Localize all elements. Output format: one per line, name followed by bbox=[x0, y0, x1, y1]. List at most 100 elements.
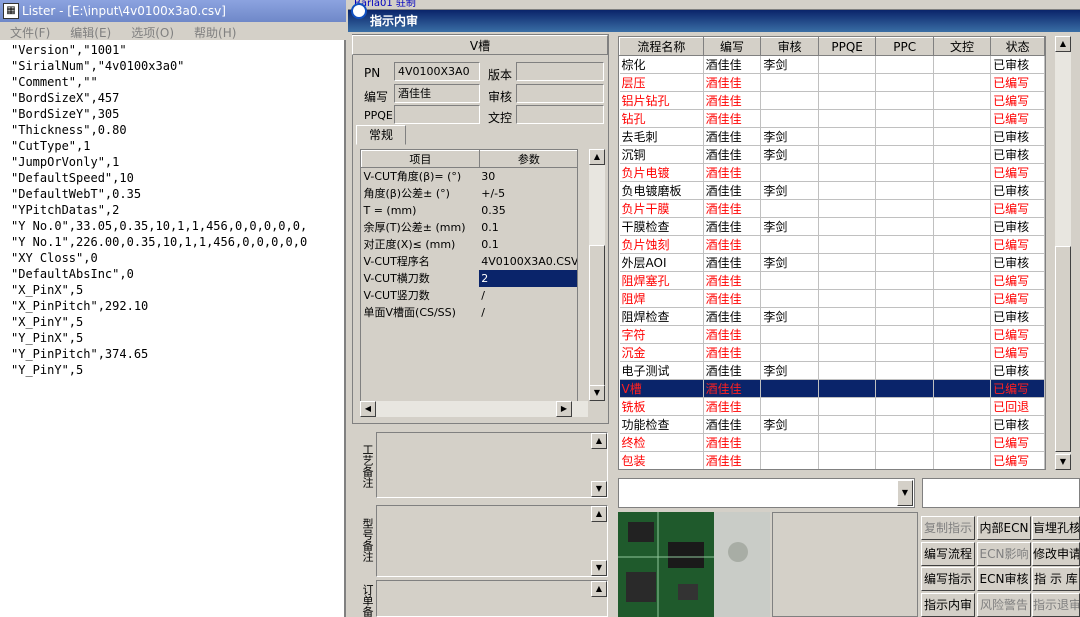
param-row[interactable]: 角度(β)公差± (°) +/-5 bbox=[362, 185, 578, 202]
table-row[interactable]: 阻焊 酒佳佳 已编写 bbox=[619, 289, 1045, 308]
tab-general[interactable]: 常规 bbox=[356, 125, 406, 145]
order-note-box[interactable]: ▲ bbox=[376, 580, 608, 617]
scroll-thumb[interactable] bbox=[1055, 246, 1071, 452]
process-scrollbar[interactable]: ▲ ▼ bbox=[1054, 36, 1071, 470]
param-row[interactable]: V-CUT角度(β)= (°) 30 bbox=[362, 168, 578, 185]
scroll-down-arrow-icon[interactable]: ▼ bbox=[589, 385, 605, 401]
param-row[interactable]: 单面V槽面(CS/SS) / bbox=[362, 304, 578, 321]
param-row[interactable]: 余厚(T)公差± (mm) 0.1 bbox=[362, 219, 578, 236]
table-row[interactable]: 负电镀磨板 酒佳佳 李剑 已审核 bbox=[619, 181, 1045, 200]
param-value[interactable]: / bbox=[479, 304, 577, 321]
table-row[interactable]: 干膜检查 酒佳佳 李剑 已审核 bbox=[619, 217, 1045, 236]
table-row[interactable]: 包装 酒佳佳 已编写 bbox=[619, 451, 1045, 469]
scroll-up-arrow-icon[interactable]: ▲ bbox=[591, 506, 607, 522]
col-header-process[interactable]: 流程名称 bbox=[619, 37, 704, 56]
param-value[interactable]: 0.35 bbox=[479, 202, 577, 219]
menu-help[interactable]: 帮助(H) bbox=[184, 22, 246, 41]
bottom-combo-box[interactable]: ▼ bbox=[618, 478, 915, 508]
table-row[interactable]: 负片蚀刻 酒佳佳 已编写 bbox=[619, 235, 1045, 254]
param-value[interactable]: 2 bbox=[479, 269, 577, 287]
col-header-author[interactable]: 编写 bbox=[702, 37, 762, 56]
cell-review bbox=[760, 379, 819, 398]
scroll-up-arrow-icon[interactable]: ▲ bbox=[1055, 36, 1071, 52]
param-value[interactable]: 0.1 bbox=[479, 219, 577, 236]
table-row[interactable]: 沉铜 酒佳佳 李剑 已审核 bbox=[619, 145, 1045, 164]
ppqe-field[interactable] bbox=[394, 105, 480, 124]
param-value[interactable]: +/-5 bbox=[479, 185, 577, 202]
scroll-up-arrow-icon[interactable]: ▲ bbox=[589, 149, 605, 165]
model-note-box[interactable]: ▲ ▼ bbox=[376, 505, 608, 577]
author-field[interactable]: 酒佳佳 bbox=[394, 84, 480, 103]
scroll-down-arrow-icon[interactable]: ▼ bbox=[591, 481, 607, 497]
table-row[interactable]: 钻孔 酒佳佳 已编写 bbox=[619, 109, 1045, 128]
menu-edit[interactable]: 编辑(E) bbox=[60, 22, 121, 41]
param-value[interactable]: 0.1 bbox=[479, 236, 577, 253]
bottom-input-box[interactable] bbox=[922, 478, 1080, 508]
table-row[interactable]: 铣板 酒佳佳 已回退 bbox=[619, 397, 1045, 416]
table-row[interactable]: 负片干膜 酒佳佳 已编写 bbox=[619, 199, 1045, 218]
col-header-ppqe[interactable]: PPQE bbox=[817, 37, 877, 56]
review-field[interactable] bbox=[516, 84, 604, 103]
param-header-item[interactable]: 项目 bbox=[361, 150, 480, 168]
col-header-review[interactable]: 审核 bbox=[760, 37, 819, 56]
scroll-up-arrow-icon[interactable]: ▲ bbox=[591, 433, 607, 449]
action-button[interactable]: 风险警告 bbox=[977, 593, 1031, 617]
scroll-down-arrow-icon[interactable]: ▼ bbox=[1055, 454, 1071, 470]
process-note-box[interactable]: ▲ ▼ bbox=[376, 432, 608, 498]
col-header-doc[interactable]: 文控 bbox=[932, 37, 992, 56]
action-button[interactable]: ECN影响 bbox=[977, 542, 1031, 566]
action-button[interactable]: 内部ECN bbox=[977, 516, 1031, 540]
table-row[interactable]: V槽 酒佳佳 已编写 bbox=[619, 379, 1045, 398]
dropdown-arrow-icon[interactable]: ▼ bbox=[897, 480, 913, 506]
table-row[interactable]: 电子测试 酒佳佳 李剑 已审核 bbox=[619, 361, 1045, 380]
param-value[interactable]: / bbox=[479, 287, 577, 304]
action-button[interactable]: 编写流程 bbox=[921, 542, 975, 566]
action-button[interactable]: 盲埋孔核 bbox=[1032, 516, 1080, 540]
table-row[interactable]: 功能检查 酒佳佳 李剑 已审核 bbox=[619, 415, 1045, 434]
action-button[interactable]: 修改申请 bbox=[1032, 542, 1080, 566]
param-header-value[interactable]: 参数 bbox=[478, 150, 577, 168]
param-row[interactable]: V-CUT横刀数 2 bbox=[362, 269, 577, 287]
param-scrollbar-v[interactable]: ▲ ▼ bbox=[588, 149, 605, 401]
version-field[interactable] bbox=[516, 62, 604, 81]
cell-author: 酒佳佳 bbox=[703, 271, 762, 290]
table-row[interactable]: 沉金 酒佳佳 已编写 bbox=[619, 343, 1045, 362]
table-row[interactable]: 棕化 酒佳佳 李剑 已审核 bbox=[619, 55, 1045, 74]
scroll-right-arrow-icon[interactable]: ▶ bbox=[556, 401, 572, 417]
col-header-status[interactable]: 状态 bbox=[990, 37, 1045, 56]
param-row[interactable]: V-CUT竖刀数 / bbox=[362, 287, 578, 304]
param-row[interactable]: V-CUT程序名 4V0100X3A0.CSV bbox=[362, 253, 578, 270]
param-row[interactable]: T = (mm) 0.35 bbox=[362, 202, 578, 219]
table-row[interactable]: 终检 酒佳佳 已编写 bbox=[619, 433, 1045, 452]
action-button[interactable]: 指示内审 bbox=[921, 593, 975, 617]
scroll-down-arrow-icon[interactable]: ▼ bbox=[591, 560, 607, 576]
action-button[interactable]: 指示退审 bbox=[1032, 593, 1080, 617]
table-row[interactable]: 负片电镀 酒佳佳 已编写 bbox=[619, 163, 1045, 182]
scroll-thumb[interactable] bbox=[589, 245, 605, 395]
table-row[interactable]: 字符 酒佳佳 已编写 bbox=[619, 325, 1045, 344]
table-row[interactable]: 去毛刺 酒佳佳 李剑 已审核 bbox=[619, 127, 1045, 146]
lister-text-content[interactable]: "Version","1001" "SirialNum","4v0100x3a0"… bbox=[0, 41, 344, 615]
table-row[interactable]: 铝片钻孔 酒佳佳 已编写 bbox=[619, 91, 1045, 110]
param-value[interactable]: 30 bbox=[479, 168, 577, 185]
param-scrollbar-h[interactable]: ◀ ▶ bbox=[360, 401, 588, 417]
action-button[interactable]: 复制指示 bbox=[921, 516, 975, 540]
cell-empty bbox=[933, 109, 992, 128]
param-row[interactable]: 对正度(X)≤ (mm) 0.1 bbox=[362, 236, 578, 253]
param-value[interactable]: 4V0100X3A0.CSV bbox=[479, 253, 577, 270]
table-row[interactable]: 外层AOI 酒佳佳 李剑 已审核 bbox=[619, 253, 1045, 272]
scroll-up-arrow-icon[interactable]: ▲ bbox=[591, 581, 607, 597]
action-button[interactable]: 编写指示 bbox=[921, 567, 975, 591]
table-row[interactable]: 阻焊检查 酒佳佳 李剑 已审核 bbox=[619, 307, 1045, 326]
menu-options[interactable]: 选项(O) bbox=[121, 22, 184, 41]
doc-control-field[interactable] bbox=[516, 105, 604, 124]
table-row[interactable]: 成品仓酒佳佳李剑 已审核 bbox=[620, 470, 1045, 471]
scroll-left-arrow-icon[interactable]: ◀ bbox=[360, 401, 376, 417]
action-button[interactable]: 指 示 库 bbox=[1032, 567, 1080, 591]
col-header-ppc[interactable]: PPC bbox=[875, 37, 934, 56]
action-button[interactable]: ECN审核 bbox=[977, 567, 1031, 591]
table-row[interactable]: 阻焊塞孔 酒佳佳 已编写 bbox=[619, 271, 1045, 290]
table-row[interactable]: 层压 酒佳佳 已编写 bbox=[619, 73, 1045, 92]
pn-field[interactable]: 4V0100X3A0 bbox=[394, 62, 480, 81]
menu-file[interactable]: 文件(F) bbox=[0, 22, 60, 41]
